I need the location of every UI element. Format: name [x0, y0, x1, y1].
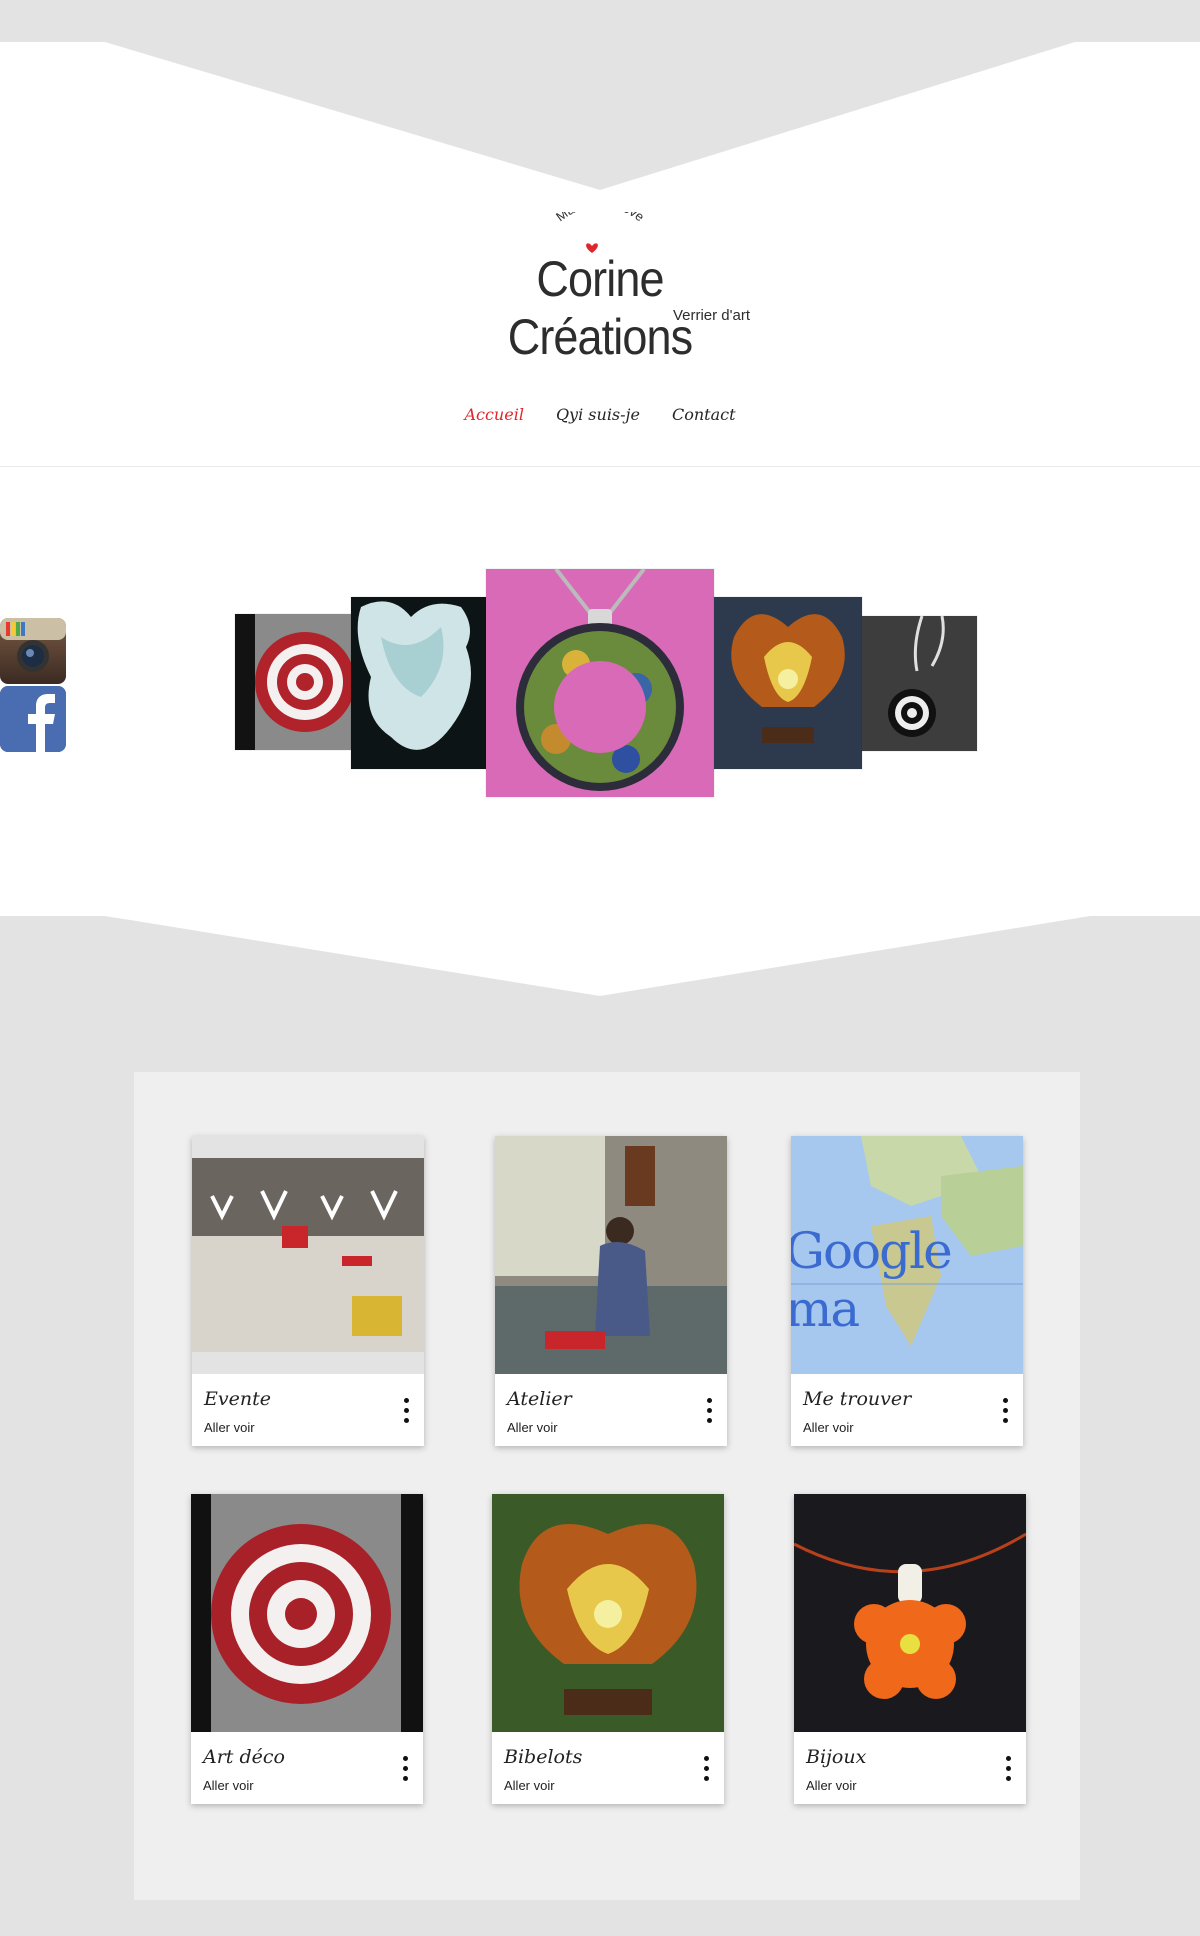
card-me-trouver[interactable]: Google ma Me trouver Aller voir	[791, 1136, 1023, 1446]
card-art-deco[interactable]: Art déco Aller voir	[191, 1494, 423, 1804]
card-link[interactable]: Aller voir	[507, 1420, 558, 1435]
facebook-icon[interactable]	[0, 686, 66, 752]
more-vert-icon[interactable]	[707, 1398, 713, 1428]
carousel-slide-lamp[interactable]	[714, 597, 862, 769]
nav-item-accueil[interactable]: Accueil	[464, 405, 523, 424]
more-vert-icon[interactable]	[704, 1756, 710, 1786]
card-link[interactable]: Aller voir	[806, 1778, 857, 1793]
logo-subtitle: Verrier d'art	[672, 307, 750, 324]
card-title: Evente	[204, 1388, 271, 1410]
card-bijoux[interactable]: Bijoux Aller voir	[794, 1494, 1026, 1804]
card-atelier[interactable]: Atelier Aller voir	[495, 1136, 727, 1446]
card-evente[interactable]: Evente Aller voir	[192, 1136, 424, 1446]
card-title: Bijoux	[806, 1746, 867, 1768]
card-title: Art déco	[203, 1746, 285, 1768]
card-bibelots[interactable]: Bibelots Aller voir	[492, 1494, 724, 1804]
carousel-slide-vase[interactable]	[351, 597, 486, 769]
carousel-slide-target[interactable]	[235, 614, 351, 750]
card-title: Atelier	[507, 1388, 572, 1410]
card-link[interactable]: Aller voir	[204, 1420, 255, 1435]
nav-item-contact[interactable]: Contact	[672, 405, 736, 424]
card-image	[495, 1136, 727, 1374]
svg-text:Made with love: Made with love	[553, 212, 647, 224]
more-vert-icon[interactable]	[1003, 1398, 1009, 1428]
carousel-slide-ring[interactable]	[862, 616, 977, 751]
more-vert-icon[interactable]	[404, 1398, 410, 1428]
card-link[interactable]: Aller voir	[203, 1778, 254, 1793]
card-image	[191, 1494, 423, 1732]
card-image	[192, 1136, 424, 1374]
more-vert-icon[interactable]	[1006, 1756, 1012, 1786]
nav-item-qui-suis-je[interactable]: Qyi suis-je	[556, 405, 640, 424]
card-image	[492, 1494, 724, 1732]
card-title: Me trouver	[803, 1388, 912, 1410]
card-link[interactable]: Aller voir	[803, 1420, 854, 1435]
card-link[interactable]: Aller voir	[504, 1778, 555, 1793]
header-divider	[0, 466, 1200, 467]
more-vert-icon[interactable]	[403, 1756, 409, 1786]
card-image: Google ma	[791, 1136, 1023, 1374]
card-image	[794, 1494, 1026, 1732]
card-title: Bibelots	[504, 1746, 583, 1768]
instagram-icon[interactable]	[0, 618, 66, 684]
main-nav: Accueil Qyi suis-je Contact	[0, 405, 1200, 424]
carousel-slide-pendant[interactable]	[486, 569, 714, 797]
map-logo-text: Google ma	[791, 1222, 953, 1338]
